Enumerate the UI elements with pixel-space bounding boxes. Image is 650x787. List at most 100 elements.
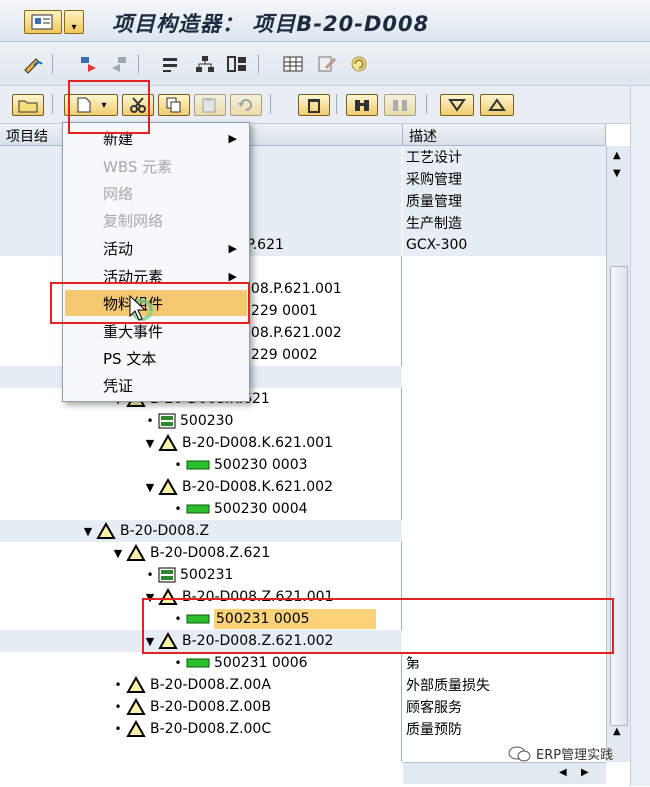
tree-row[interactable]: • B-20-D008.Z.00B <box>0 696 402 718</box>
scroll-right-icon[interactable]: ▶ <box>581 767 589 778</box>
toolbar-separator <box>52 94 53 114</box>
expanded-arrow-icon[interactable]: ▼ <box>144 437 156 450</box>
description-cell[interactable]: 外部质量损失 <box>403 674 606 696</box>
expanded-arrow-icon[interactable]: ▼ <box>112 547 124 560</box>
leaf-bullet-icon: • <box>114 678 122 692</box>
copy-icon <box>166 97 181 113</box>
binoculars-plus-icon <box>393 100 407 111</box>
paste-icon <box>202 98 216 113</box>
find-button[interactable] <box>346 94 378 116</box>
page-title: 项目构造器： 项目B-20-D008 <box>112 12 430 36</box>
grid-icon[interactable] <box>282 54 304 74</box>
activity-icon <box>186 504 210 514</box>
create-context-menu: 新建 ▶ WBS 元素 网络 复制网络 活动 ▶ 活动元素 ▶ 物料组件 重大事… <box>62 122 250 402</box>
undo-button[interactable] <box>230 94 262 116</box>
scrollbar-thumb[interactable] <box>610 266 628 726</box>
wbs-triangle-icon <box>126 720 146 737</box>
tree-row[interactable]: ▼ B-20-D008.Z.621 <box>0 542 402 564</box>
collapse-button[interactable] <box>480 94 514 116</box>
description-cell[interactable]: 质量管理 <box>403 190 606 212</box>
undo-icon <box>238 99 252 111</box>
submenu-arrow-icon: ▶ <box>228 269 237 283</box>
tree-node-label: 500231 0006 <box>214 655 308 671</box>
tree-node-label: 500230 <box>180 413 234 429</box>
find-next-button[interactable] <box>384 94 416 116</box>
refresh-icon[interactable] <box>348 54 370 74</box>
system-menu-button[interactable] <box>24 10 62 34</box>
tree-row[interactable]: • B-20-D008.Z.00C <box>0 718 402 740</box>
activity-icon <box>186 658 210 668</box>
system-menu-icon <box>31 14 53 30</box>
toolbar-separator <box>270 94 271 114</box>
tree-row[interactable]: • 500231 0006 <box>0 652 402 674</box>
menu-item-activity[interactable]: 活动 ▶ <box>65 235 247 261</box>
tree-row[interactable]: ▼ B-20-D008.Z <box>0 520 402 542</box>
menu-item-copy-network: 复制网络 <box>65 207 247 233</box>
tree-node-label: 500230 0003 <box>214 457 308 473</box>
tree-row[interactable]: • 500231 <box>0 564 402 586</box>
open-folder-button[interactable] <box>12 94 44 116</box>
watermark-text: ERP管理实践 <box>536 748 614 763</box>
menu-item-ps-text[interactable]: PS 文本 <box>65 345 247 371</box>
tree-node-label: 0229 0002 <box>242 347 318 363</box>
outer-scrollbar[interactable] <box>630 86 650 786</box>
scroll-up-icon[interactable]: ▲ <box>613 150 621 161</box>
menu-item-label: 凭证 <box>103 376 134 395</box>
list-icon[interactable] <box>160 54 182 74</box>
chevron-down-icon: ▾ <box>71 22 77 33</box>
annotation-box-activity <box>142 598 614 654</box>
submenu-arrow-icon: ▶ <box>228 131 237 145</box>
network-icon <box>158 567 176 583</box>
description-column-header[interactable]: 描述 <box>403 124 606 146</box>
delete-button[interactable] <box>298 94 330 116</box>
wbs-triangle-icon <box>126 698 146 715</box>
horizontal-scrollbar[interactable]: ◀ ▶ <box>403 762 606 784</box>
expanded-arrow-icon[interactable]: ▼ <box>82 525 94 538</box>
annotation-box-create <box>68 80 150 134</box>
edit-document-icon[interactable] <box>316 54 338 74</box>
scroll-left-icon[interactable]: ◀ <box>559 767 567 778</box>
trash-icon <box>308 99 320 113</box>
scroll-up-icon[interactable]: ▲ <box>613 726 621 737</box>
toolbar-separator <box>258 54 259 74</box>
description-cell[interactable]: 生产制造 <box>403 212 606 234</box>
tree-node-label: B-20-D008.Z.00B <box>150 699 271 715</box>
hierarchy-icon[interactable] <box>194 54 216 74</box>
wechat-icon <box>508 746 531 761</box>
tree-row[interactable]: ▼ B-20-D008.K.621.002 <box>0 476 402 498</box>
tree-row[interactable]: • 500230 0003 <box>0 454 402 476</box>
vertical-scrollbar[interactable]: ▲ ▼ ▲ <box>606 146 630 762</box>
wbs-triangle-icon <box>158 434 178 451</box>
description-cell[interactable]: 质量预防 <box>403 718 606 740</box>
description-cell[interactable]: 工艺设计 <box>403 146 606 168</box>
copy-button[interactable] <box>158 94 190 116</box>
pencil-display-icon[interactable] <box>22 54 44 74</box>
expand-button[interactable] <box>440 94 474 116</box>
menu-item-document[interactable]: 凭证 <box>65 372 247 398</box>
description-cell[interactable]: GCX-300 <box>403 234 606 256</box>
structure-icon[interactable] <box>226 54 248 74</box>
scroll-down-icon[interactable]: ▼ <box>613 168 621 179</box>
menu-item-label: PS 文本 <box>103 349 157 368</box>
backward-icon[interactable] <box>108 54 130 74</box>
tree-row[interactable]: • 500230 <box>0 410 402 432</box>
expanded-arrow-icon[interactable]: ▼ <box>144 481 156 494</box>
leaf-bullet-icon: • <box>146 414 154 428</box>
forward-icon[interactable] <box>78 54 100 74</box>
paste-button[interactable] <box>194 94 226 116</box>
tree-node-label: 500231 <box>180 567 234 583</box>
description-cell[interactable]: 采购管理 <box>403 168 606 190</box>
description-cell[interactable]: 顾客服务 <box>403 696 606 718</box>
tree-node-label: B-20-D008.Z.00C <box>150 721 272 737</box>
tree-node-label: B-20-D008.K.621.002 <box>182 479 333 495</box>
system-menu-dropdown[interactable]: ▾ <box>64 10 84 34</box>
tree-node-label: B-20-D008.Z.00A <box>150 677 271 693</box>
binoculars-icon <box>355 100 369 111</box>
menu-item-network: 网络 <box>65 180 247 206</box>
tree-row[interactable]: ▼ B-20-D008.K.621.001 <box>0 432 402 454</box>
tree-row[interactable]: • B-20-D008.Z.00A <box>0 674 402 696</box>
wbs-triangle-icon <box>96 522 116 539</box>
tree-node-label: 0229 0001 <box>242 303 318 319</box>
tree-row[interactable]: • 500230 0004 <box>0 498 402 520</box>
activity-icon <box>186 460 210 470</box>
